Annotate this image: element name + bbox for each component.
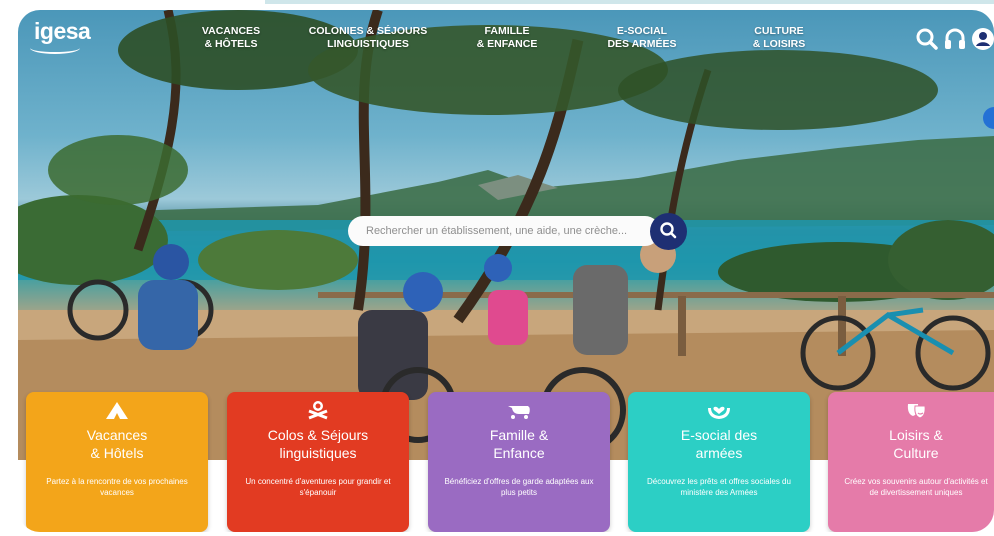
- logo-swoosh: [30, 42, 80, 54]
- igesa-logo[interactable]: igesa: [34, 18, 91, 45]
- card-title: Famille & Enfance: [489, 427, 549, 461]
- card-vacances-hotels[interactable]: Vacances & Hôtels Partez à la rencontre …: [26, 392, 208, 532]
- card-e-social[interactable]: E-social des armées Découvrez les prêts …: [628, 392, 810, 532]
- nav-item-vacances-hotels[interactable]: VACANCES & HÔTELS: [198, 25, 264, 51]
- card-title: Colos & Séjours linguistiques: [267, 427, 369, 461]
- account-icon[interactable]: [970, 24, 994, 54]
- card-description: Découvrez les prêts et offres sociales d…: [647, 477, 791, 497]
- card-title: E-social des armées: [680, 427, 758, 461]
- search-icon[interactable]: [914, 24, 940, 54]
- card-description: Un concentré d'aventures pour grandir et…: [245, 477, 391, 497]
- theatre-masks-icon: [828, 400, 994, 420]
- card-description: Bénéficiez d'offres de garde adaptées au…: [444, 477, 594, 497]
- card-title: Vacances & Hôtels: [86, 427, 148, 461]
- header-icons: [914, 24, 994, 54]
- card-description: Partez à la rencontre de vos prochaines …: [46, 477, 188, 497]
- stroller-icon: [428, 400, 610, 420]
- card-description: Créez vos souvenirs autour d'activités e…: [844, 477, 988, 497]
- card-title: Loisirs & Culture: [889, 427, 943, 461]
- tent-icon: [26, 400, 208, 420]
- campfire-icon: [227, 400, 409, 420]
- nav-item-e-social[interactable]: E-SOCIAL DES ARMÉES: [600, 25, 684, 51]
- search-icon: [660, 222, 677, 239]
- card-famille-enfance[interactable]: Famille & Enfance Bénéficiez d'offres de…: [428, 392, 610, 532]
- card-loisirs-culture[interactable]: Loisirs & Culture Créez vos souvenirs au…: [828, 392, 994, 532]
- card-colos-sejours[interactable]: Colos & Séjours linguistiques Un concent…: [227, 392, 409, 532]
- search-submit-button[interactable]: [650, 213, 687, 250]
- search-bar: [348, 213, 687, 250]
- heart-hands-icon: [628, 400, 810, 420]
- nav-item-famille-enfance[interactable]: FAMILLE & ENFANCE: [470, 25, 544, 51]
- search-input[interactable]: [348, 216, 660, 246]
- nav-item-colonies-sejours[interactable]: COLONIES & SÉJOURS LINGUISTIQUES: [308, 25, 428, 51]
- headset-icon[interactable]: [942, 24, 968, 54]
- page-frame: igesa VACANCES & HÔTELS COLONIES & SÉJOU…: [18, 10, 994, 532]
- nav-item-culture-loisirs[interactable]: CULTURE & LOISIRS: [746, 25, 812, 51]
- top-edge-strip: [265, 0, 994, 4]
